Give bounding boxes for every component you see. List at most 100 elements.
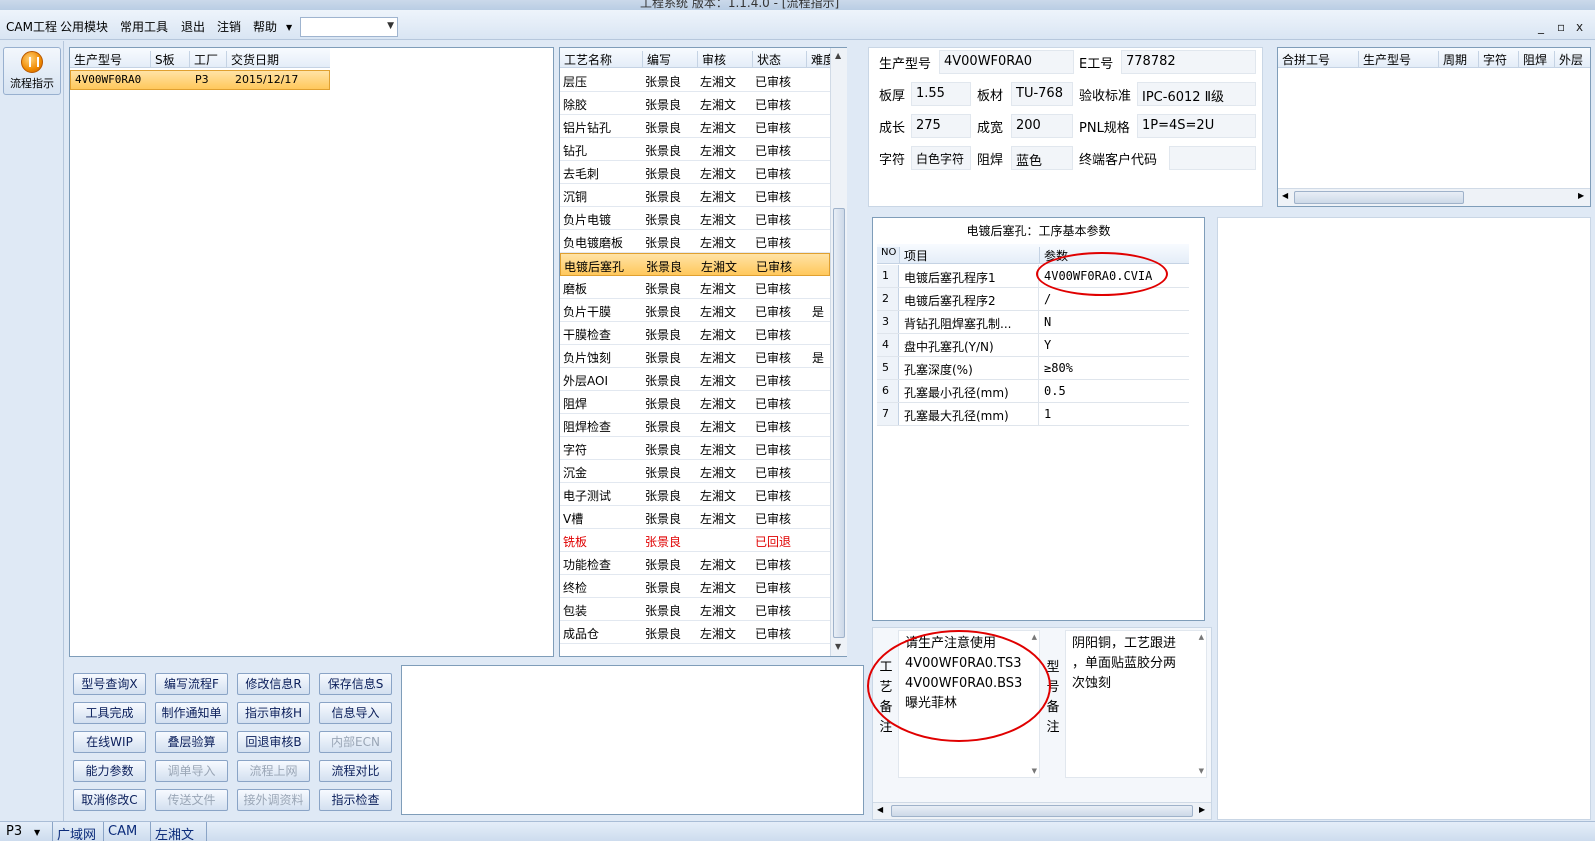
action-button[interactable]: 在线WIP bbox=[73, 731, 146, 753]
param-value[interactable]: / bbox=[1044, 292, 1051, 306]
scroll-thumb[interactable] bbox=[891, 805, 1193, 817]
col-difficulty[interactable]: 难度 bbox=[806, 51, 835, 67]
menu-help[interactable]: 帮助 bbox=[253, 18, 277, 35]
param-value[interactable]: ≥80% bbox=[1044, 361, 1073, 375]
table-row[interactable]: 7 孔塞最大孔径(mm) 1 bbox=[877, 403, 1189, 426]
action-button[interactable]: 型号查询X bbox=[73, 673, 146, 695]
table-row[interactable]: 字符 张景良 左湘文 已审核 bbox=[560, 437, 830, 460]
action-button[interactable]: 内部ECN bbox=[319, 731, 392, 753]
status-dropdown-icon[interactable]: ▼ bbox=[34, 828, 40, 837]
table-row[interactable]: 负片蚀刻 张景良 左湘文 已审核 是 bbox=[560, 345, 830, 368]
col-status[interactable]: 状态 bbox=[752, 51, 806, 67]
action-button[interactable]: 工具完成 bbox=[73, 702, 146, 724]
table-row[interactable]: 功能检查 张景良 左湘文 已审核 bbox=[560, 552, 830, 575]
material-field[interactable]: TU-768 bbox=[1011, 82, 1073, 106]
table-row[interactable]: 除胶 张景良 左湘文 已审核 bbox=[560, 92, 830, 115]
table-row[interactable]: 负片干膜 张景良 左湘文 已审核 是 bbox=[560, 299, 830, 322]
menu-tools[interactable]: 常用工具 bbox=[120, 18, 168, 35]
table-row[interactable]: 3 背钻孔阻焊塞孔制... N bbox=[877, 311, 1189, 334]
table-row[interactable]: 终检 张景良 左湘文 已审核 bbox=[560, 575, 830, 598]
table-row[interactable]: 电镀后塞孔 张景良 左湘文 已审核 bbox=[560, 253, 830, 276]
table-row[interactable]: 干膜检查 张景良 左湘文 已审核 bbox=[560, 322, 830, 345]
col-model[interactable]: 生产型号 bbox=[70, 51, 150, 67]
action-button[interactable]: 修改信息R bbox=[237, 673, 310, 695]
col-merge-cycle[interactable]: 周期 bbox=[1438, 51, 1478, 67]
model-remark-box[interactable]: 阴阳铜，工艺跟进 ，单面贴蓝胶分两 次蚀刻 ▲ ▼ bbox=[1065, 630, 1207, 778]
menu-cam[interactable]: CAM工程 bbox=[6, 18, 57, 35]
param-value[interactable]: Y bbox=[1044, 338, 1051, 352]
mask-field[interactable]: 蓝色 bbox=[1011, 146, 1073, 170]
length-field[interactable]: 275 bbox=[911, 114, 971, 138]
model-field[interactable]: 4V00WF0RA0 bbox=[939, 50, 1074, 74]
table-row[interactable]: 钻孔 张景良 左湘文 已审核 bbox=[560, 138, 830, 161]
table-row[interactable]: 铣板 张景良 已回退 bbox=[560, 529, 830, 552]
table-row[interactable]: 外层AOI 张景良 左湘文 已审核 bbox=[560, 368, 830, 391]
scroll-left-icon[interactable]: ◀ bbox=[877, 805, 883, 814]
action-button[interactable]: 保存信息S bbox=[319, 673, 392, 695]
action-button[interactable]: 编写流程F bbox=[155, 673, 228, 695]
merge-hscrollbar[interactable]: ◀ ▶ bbox=[1278, 188, 1590, 206]
param-value[interactable]: 0.5 bbox=[1044, 384, 1066, 398]
col-factory[interactable]: 工厂 bbox=[189, 51, 226, 67]
col-merge-outer[interactable]: 外层 bbox=[1554, 51, 1590, 67]
table-row[interactable]: 4V00WF0RA0 P3 2015/12/17 bbox=[70, 70, 330, 90]
chevron-down-icon[interactable]: ▼ bbox=[387, 21, 394, 31]
action-button[interactable]: 指示审核H bbox=[237, 702, 310, 724]
table-row[interactable]: 4 盘中孔塞孔(Y/N) Y bbox=[877, 334, 1189, 357]
log-box[interactable] bbox=[401, 665, 864, 815]
minimize-button[interactable]: _ bbox=[1538, 20, 1544, 34]
table-row[interactable]: 阻焊检查 张景良 左湘文 已审核 bbox=[560, 414, 830, 437]
col-merge-mask[interactable]: 阻焊 bbox=[1518, 51, 1554, 67]
scroll-down-icon[interactable]: ▼ bbox=[1199, 767, 1204, 775]
table-row[interactable]: 成品仓 张景良 左湘文 已审核 bbox=[560, 621, 830, 644]
restore-button[interactable]: ▫ bbox=[1557, 20, 1565, 34]
scroll-up-icon[interactable]: ▲ bbox=[1199, 633, 1204, 641]
scroll-down-icon[interactable]: ▼ bbox=[1032, 767, 1037, 775]
col-merge-model[interactable]: 生产型号 bbox=[1358, 51, 1438, 67]
col-merge-no[interactable]: 合拼工号 bbox=[1278, 51, 1358, 67]
action-button[interactable]: 回退审核B bbox=[237, 731, 310, 753]
table-row[interactable]: 去毛刺 张景良 左湘文 已审核 bbox=[560, 161, 830, 184]
pnl-field[interactable]: 1P=4S=2U bbox=[1137, 114, 1256, 138]
table-row[interactable]: 铝片钻孔 张景良 左湘文 已审核 bbox=[560, 115, 830, 138]
close-button[interactable]: x bbox=[1576, 20, 1583, 34]
action-button[interactable]: 信息导入 bbox=[319, 702, 392, 724]
col-process-name[interactable]: 工艺名称 bbox=[560, 51, 642, 67]
action-button[interactable]: 调单导入 bbox=[155, 760, 228, 782]
col-s-board[interactable]: S板 bbox=[150, 51, 189, 67]
action-button[interactable]: 制作通知单 bbox=[155, 702, 228, 724]
flow-indicator-button[interactable]: 流程指示 bbox=[3, 47, 61, 95]
table-row[interactable]: 6 孔塞最小孔径(mm) 0.5 bbox=[877, 380, 1189, 403]
col-merge-char[interactable]: 字符 bbox=[1478, 51, 1518, 67]
char-field[interactable]: 白色字符 bbox=[911, 146, 971, 170]
table-row[interactable]: 阻焊 张景良 左湘文 已审核 bbox=[560, 391, 830, 414]
toolbar-combo[interactable]: ▼ bbox=[300, 17, 398, 37]
table-row[interactable]: 负电镀磨板 张景良 左湘文 已审核 bbox=[560, 230, 830, 253]
scroll-thumb[interactable] bbox=[1294, 191, 1464, 204]
table-row[interactable]: 5 孔塞深度(%) ≥80% bbox=[877, 357, 1189, 380]
menu-logout[interactable]: 注销 bbox=[217, 18, 241, 35]
scroll-thumb[interactable] bbox=[833, 208, 845, 638]
col-auditor[interactable]: 审核 bbox=[697, 51, 752, 67]
col-delivery-date[interactable]: 交货日期 bbox=[226, 51, 330, 67]
scroll-right-icon[interactable]: ▶ bbox=[1199, 805, 1205, 814]
action-button[interactable]: 流程对比 bbox=[319, 760, 392, 782]
table-row[interactable]: 沉铜 张景良 左湘文 已审核 bbox=[560, 184, 830, 207]
action-button[interactable]: 接外调资料 bbox=[237, 789, 310, 811]
table-row[interactable]: 电子测试 张景良 左湘文 已审核 bbox=[560, 483, 830, 506]
param-value[interactable]: 1 bbox=[1044, 407, 1051, 421]
action-button[interactable]: 叠层验算 bbox=[155, 731, 228, 753]
param-value[interactable]: N bbox=[1044, 315, 1051, 329]
scroll-up-icon[interactable]: ▲ bbox=[835, 51, 841, 60]
table-row[interactable]: 包装 张景良 左湘文 已审核 bbox=[560, 598, 830, 621]
action-button[interactable]: 能力参数 bbox=[73, 760, 146, 782]
eno-field[interactable]: 778782 bbox=[1121, 50, 1256, 74]
menu-exit[interactable]: 退出 bbox=[181, 18, 205, 35]
action-button[interactable]: 指示检查 bbox=[319, 789, 392, 811]
customer-code-field[interactable] bbox=[1169, 146, 1256, 170]
help-dropdown-icon[interactable]: ▼ bbox=[286, 23, 292, 32]
action-button[interactable]: 取消修改C bbox=[73, 789, 146, 811]
remarks-hscrollbar[interactable]: ◀ ▶ bbox=[873, 802, 1211, 819]
table-row[interactable]: 负片电镀 张景良 左湘文 已审核 bbox=[560, 207, 830, 230]
table-row[interactable]: V槽 张景良 左湘文 已审核 bbox=[560, 506, 830, 529]
